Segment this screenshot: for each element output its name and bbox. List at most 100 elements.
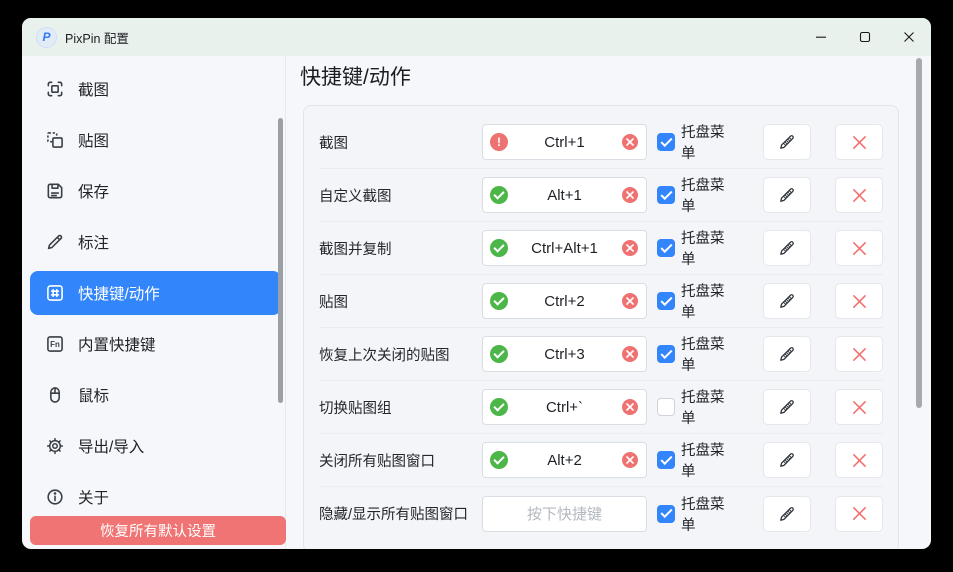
hotkey-input[interactable]: Alt+2	[482, 442, 647, 478]
crop-icon	[45, 79, 65, 99]
tray-menu-label: 托盘菜单	[681, 493, 736, 535]
delete-hotkey-button[interactable]	[835, 336, 883, 372]
sidebar-item-8[interactable]: 导出/导入	[30, 424, 281, 468]
clear-hotkey-icon[interactable]	[622, 452, 638, 468]
sidebar-item-label: 关于	[78, 486, 109, 508]
sidebar-item-6[interactable]: Fn 内置快捷键	[30, 322, 281, 366]
tray-menu-checkbox[interactable]	[657, 398, 675, 416]
hotkey-input[interactable]: ! Ctrl+1	[482, 124, 647, 160]
edit-hotkey-button[interactable]	[763, 177, 811, 213]
content-scrollbar[interactable]	[916, 58, 922, 408]
clear-hotkey-icon[interactable]	[622, 134, 638, 150]
pin-icon	[45, 130, 65, 150]
pencil-icon	[45, 232, 65, 252]
delete-x-icon	[851, 187, 868, 204]
pencil-icon	[777, 397, 797, 417]
delete-x-icon	[851, 399, 868, 416]
edit-hotkey-button[interactable]	[763, 389, 811, 425]
sidebar-item-label: 导出/导入	[78, 435, 144, 457]
tray-menu-checkbox[interactable]	[657, 186, 675, 204]
main-content: 快捷键/动作 截图 ! Ctrl+1 托盘菜单 自定义截图 Alt+1	[286, 56, 931, 549]
reset-defaults-button[interactable]: 恢复所有默认设置	[30, 516, 286, 545]
sidebar-item-label: 贴图	[78, 129, 109, 151]
pencil-icon	[777, 132, 797, 152]
delete-hotkey-button[interactable]	[835, 177, 883, 213]
info-icon	[45, 487, 65, 507]
action-label: 恢复上次关闭的贴图	[319, 344, 482, 365]
delete-hotkey-button[interactable]	[835, 442, 883, 478]
hotkey-input[interactable]: Ctrl+2	[482, 283, 647, 319]
window-title: PixPin 配置	[65, 28, 129, 47]
maximize-button[interactable]	[843, 18, 887, 56]
tray-menu-checkbox[interactable]	[657, 133, 675, 151]
hotkey-input[interactable]: Ctrl+3	[482, 336, 647, 372]
tray-menu-checkbox[interactable]	[657, 239, 675, 257]
hotkey-input[interactable]: Ctrl+Alt+1	[482, 230, 647, 266]
delete-hotkey-button[interactable]	[835, 389, 883, 425]
svg-text:Fn: Fn	[50, 340, 60, 349]
sidebar-item-label: 快捷键/动作	[78, 282, 160, 304]
tray-menu-checkbox[interactable]	[657, 292, 675, 310]
delete-hotkey-button[interactable]	[835, 496, 883, 532]
delete-hotkey-button[interactable]	[835, 283, 883, 319]
clear-hotkey-icon[interactable]	[622, 240, 638, 256]
edit-hotkey-button[interactable]	[763, 124, 811, 160]
sidebar-item-4[interactable]: 标注	[30, 220, 281, 264]
edit-hotkey-button[interactable]	[763, 336, 811, 372]
sidebar: 截图 贴图 保存 标注 快捷键/动作 Fn 内置快捷键 鼠标 导出/导入 关于 …	[22, 56, 286, 549]
sidebar-item-1[interactable]: 截图	[30, 67, 281, 111]
delete-x-icon	[851, 240, 868, 257]
action-label: 截图	[319, 132, 482, 153]
pencil-icon	[777, 185, 797, 205]
delete-hotkey-button[interactable]	[835, 124, 883, 160]
sidebar-list: 截图 贴图 保存 标注 快捷键/动作 Fn 内置快捷键 鼠标 导出/导入 关于	[22, 56, 285, 519]
pencil-icon	[777, 504, 797, 524]
delete-hotkey-button[interactable]	[835, 230, 883, 266]
sidebar-item-3[interactable]: 保存	[30, 169, 281, 213]
edit-hotkey-button[interactable]	[763, 230, 811, 266]
hotkey-input[interactable]: 按下快捷键	[482, 496, 647, 532]
hotkey-input[interactable]: Ctrl+`	[482, 389, 647, 425]
save-icon	[45, 181, 65, 201]
clear-hotkey-icon[interactable]	[622, 293, 638, 309]
hotkey-row: 恢复上次关闭的贴图 Ctrl+3 托盘菜单	[319, 328, 883, 381]
titlebar: P PixPin 配置	[22, 18, 931, 56]
pixpin-settings-window: P PixPin 配置 截图 贴图 保存 标注 快捷键/动作 Fn	[22, 18, 931, 549]
pencil-icon	[777, 450, 797, 470]
checkmark-icon	[660, 293, 672, 305]
tray-menu-checkbox[interactable]	[657, 345, 675, 363]
pencil-icon	[777, 291, 797, 311]
tray-menu-label: 托盘菜单	[681, 333, 736, 375]
checkmark-icon	[660, 452, 672, 464]
hotkey-row: 切换贴图组 Ctrl+` 托盘菜单	[319, 381, 883, 434]
sidebar-item-label: 标注	[78, 231, 109, 253]
pencil-icon	[777, 238, 797, 258]
sidebar-item-9[interactable]: 关于	[30, 475, 281, 519]
action-label: 隐藏/显示所有贴图窗口	[319, 503, 482, 524]
sidebar-item-5[interactable]: 快捷键/动作	[30, 271, 281, 315]
hotkey-input[interactable]: Alt+1	[482, 177, 647, 213]
checkmark-icon	[660, 134, 672, 146]
sidebar-item-label: 内置快捷键	[78, 333, 156, 355]
hotkey-panel: 截图 ! Ctrl+1 托盘菜单 自定义截图 Alt+1	[303, 105, 899, 549]
tray-menu-label: 托盘菜单	[681, 174, 736, 216]
close-button[interactable]	[887, 18, 931, 56]
sidebar-item-7[interactable]: 鼠标	[30, 373, 281, 417]
hotkey-row: 自定义截图 Alt+1 托盘菜单	[319, 169, 883, 222]
action-label: 截图并复制	[319, 238, 482, 259]
minimize-button[interactable]	[799, 18, 843, 56]
tray-menu-checkbox[interactable]	[657, 451, 675, 469]
sidebar-item-label: 保存	[78, 180, 109, 202]
clear-hotkey-icon[interactable]	[622, 346, 638, 362]
edit-hotkey-button[interactable]	[763, 283, 811, 319]
hotkey-row: 贴图 Ctrl+2 托盘菜单	[319, 275, 883, 328]
sidebar-item-label: 截图	[78, 78, 109, 100]
sidebar-scrollbar[interactable]	[278, 118, 283, 403]
clear-hotkey-icon[interactable]	[622, 399, 638, 415]
sidebar-item-2[interactable]: 贴图	[30, 118, 281, 162]
edit-hotkey-button[interactable]	[763, 442, 811, 478]
pixpin-logo-icon: P	[36, 27, 57, 48]
edit-hotkey-button[interactable]	[763, 496, 811, 532]
clear-hotkey-icon[interactable]	[622, 187, 638, 203]
tray-menu-checkbox[interactable]	[657, 505, 675, 523]
